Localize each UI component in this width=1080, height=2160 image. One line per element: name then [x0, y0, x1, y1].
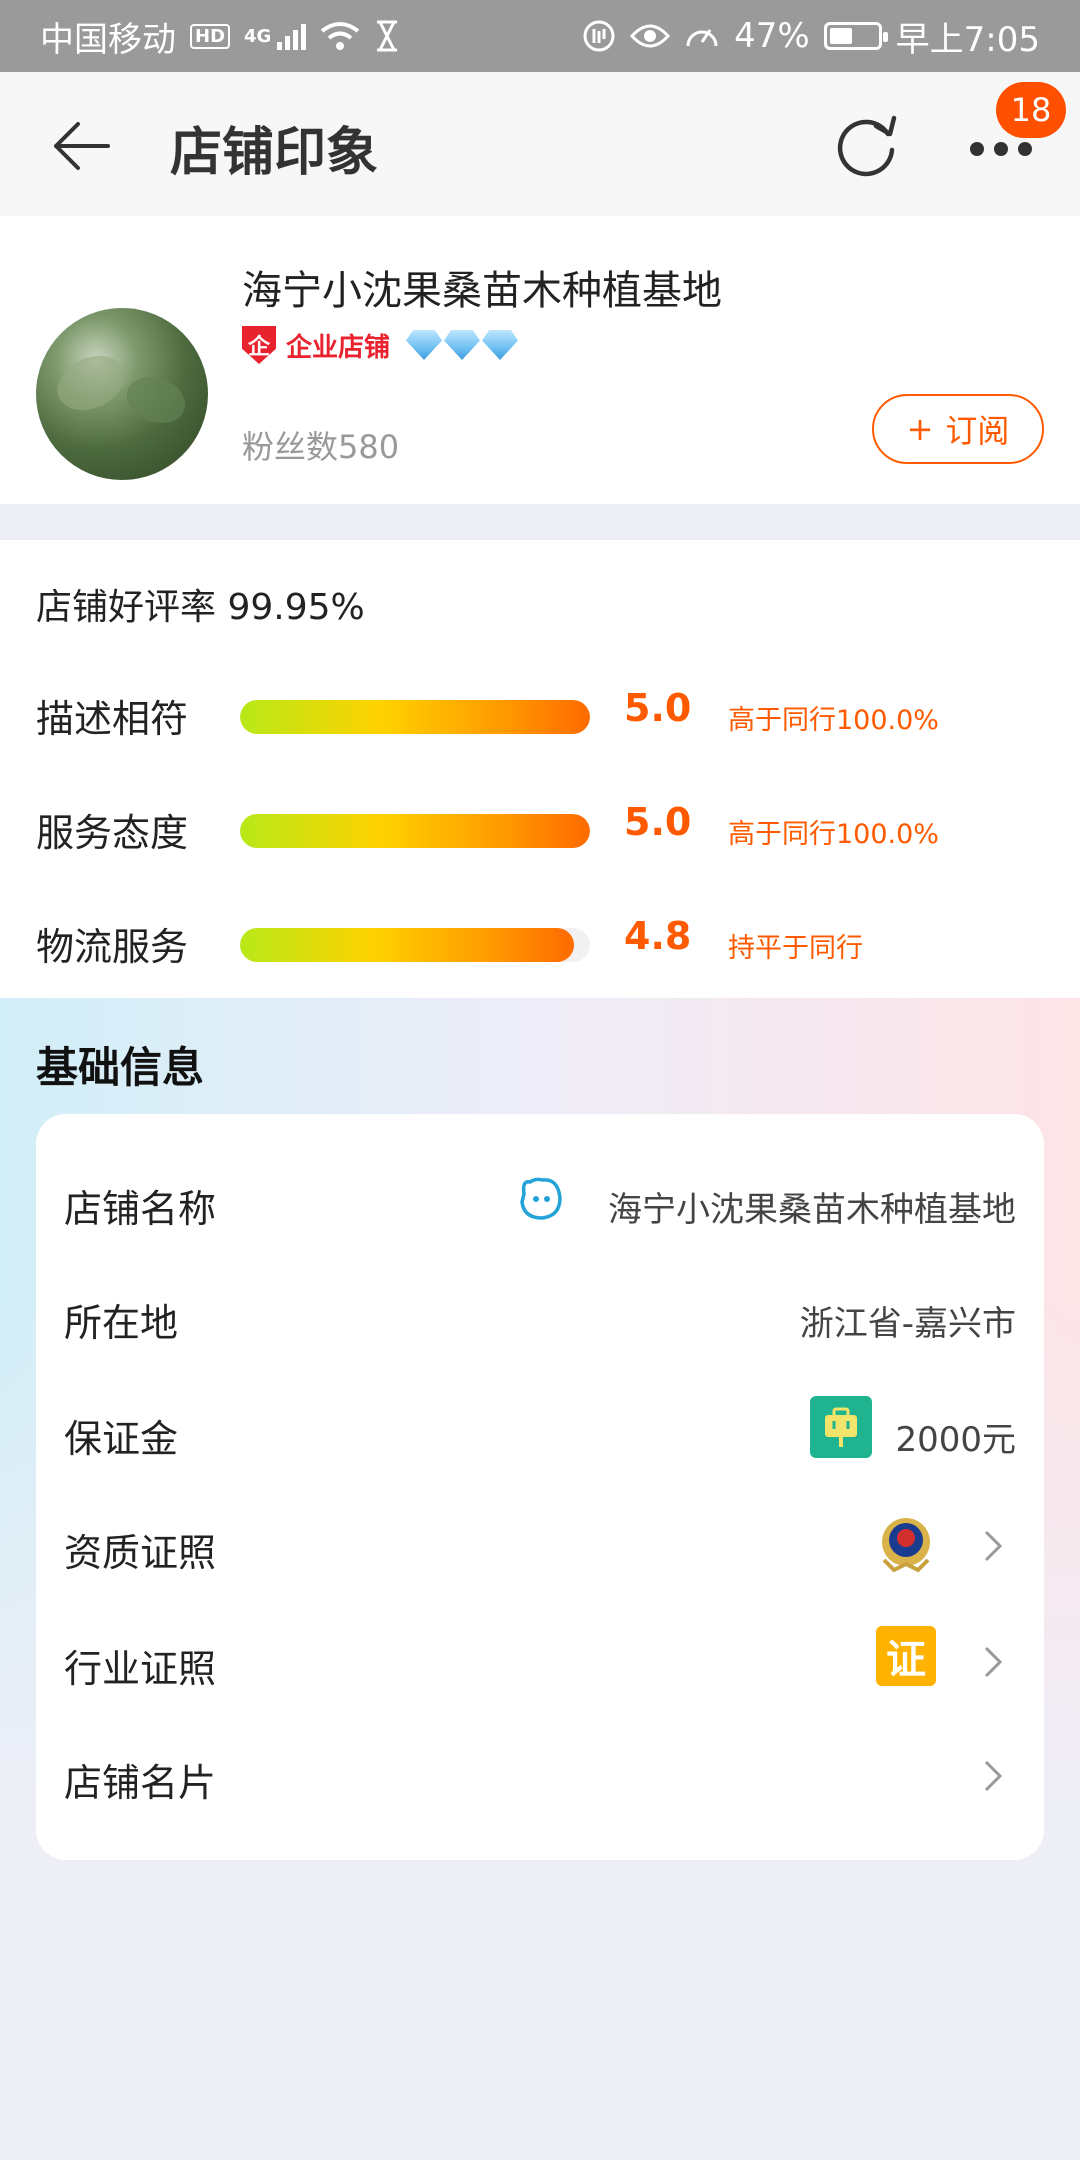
- rating-compare: 持平于同行: [728, 933, 863, 964]
- rating-compare: 高于同行100.0%: [728, 819, 939, 850]
- rating-score: 5.0: [624, 686, 692, 730]
- rating-row: 服务态度 5.0 高于同行100.0%: [0, 798, 1080, 858]
- info-label: 行业证照: [64, 1647, 217, 1691]
- hourglass-icon: [377, 20, 398, 52]
- info-label: 资质证照: [64, 1531, 217, 1575]
- shop-ratings: 店铺好评率 99.95% 描述相符 5.0 高于同行100.0% 服务态度 5.…: [0, 540, 1080, 998]
- national-emblem-icon: [882, 1518, 930, 1573]
- section-title: 基础信息: [36, 1043, 205, 1092]
- eye-comfort-icon: [630, 24, 671, 48]
- data-saver-icon: [583, 20, 615, 52]
- info-row-location: 所在地 浙江省-嘉兴市: [36, 1264, 1044, 1364]
- info-row-deposit: 保证金 2000元: [36, 1380, 1044, 1480]
- hd-icon: HD: [190, 23, 231, 49]
- enterprise-shield-icon: 企: [242, 326, 276, 364]
- network-type: 4G: [244, 25, 272, 47]
- good-rate: 店铺好评率 99.95%: [36, 587, 365, 628]
- rating-bar: [240, 814, 590, 848]
- deposit-icon: [810, 1396, 872, 1458]
- info-row-industry-license[interactable]: 行业证照 证: [36, 1610, 1044, 1710]
- rating-label: 描述相符: [36, 697, 189, 741]
- rating-score: 4.8: [624, 914, 692, 958]
- info-label: 店铺名称: [64, 1187, 217, 1231]
- page-title: 店铺印象: [170, 123, 379, 183]
- subscribe-label: 订阅: [945, 412, 1010, 450]
- rating-bar: [240, 928, 590, 962]
- certificate-icon: 证: [876, 1626, 936, 1686]
- signal-icon: [277, 22, 307, 50]
- info-row-qualification[interactable]: 资质证照: [36, 1494, 1044, 1594]
- info-label: 店铺名片: [64, 1761, 217, 1805]
- rating-score: 5.0: [624, 800, 692, 844]
- shop-profile-card: 海宁小沈果桑苗木种植基地 企 企业店铺 粉丝数580 + 订阅: [0, 216, 1080, 504]
- more-menu-button[interactable]: [970, 134, 1040, 164]
- subscribe-button[interactable]: + 订阅: [872, 394, 1044, 464]
- info-value: 海宁小沈果桑苗木种植基地: [608, 1190, 1016, 1230]
- battery-percent: 47%: [734, 16, 810, 56]
- speed-icon: [686, 29, 718, 47]
- diamond-icon: [482, 330, 519, 360]
- info-row-business-card[interactable]: 店铺名片: [36, 1724, 1044, 1824]
- info-value: 浙江省-嘉兴市: [799, 1304, 1016, 1344]
- shop-name: 海宁小沈果桑苗木种植基地: [242, 268, 722, 314]
- info-label: 保证金: [64, 1417, 179, 1461]
- wangwang-icon[interactable]: [516, 1174, 566, 1224]
- diamond-icon: [444, 330, 481, 360]
- rating-label: 服务态度: [36, 811, 189, 855]
- back-arrow-icon[interactable]: [52, 116, 112, 176]
- shop-avatar[interactable]: [36, 308, 208, 480]
- rating-row: 物流服务 4.8 持平于同行: [0, 912, 1080, 972]
- chevron-right-icon: [984, 1530, 1003, 1562]
- chevron-right-icon: [984, 1646, 1003, 1678]
- diamond-rating: [406, 330, 519, 360]
- rating-bar-fill: [240, 928, 575, 962]
- basic-info-card: 店铺名称 海宁小沈果桑苗木种植基地 所在地 浙江省-嘉兴市 保证金 2000元 …: [36, 1114, 1044, 1860]
- rating-label: 物流服务: [36, 925, 189, 969]
- rating-row: 描述相符 5.0 高于同行100.0%: [0, 684, 1080, 744]
- status-bar: 中国移动 HD 4G 47% 早上7:05: [0, 0, 1080, 72]
- wifi-icon: [321, 22, 360, 50]
- info-row-shop-name: 店铺名称 海宁小沈果桑苗木种植基地: [36, 1150, 1044, 1250]
- diamond-icon: [406, 330, 443, 360]
- dot-icon: [970, 142, 984, 156]
- basic-info-section: 基础信息 店铺名称 海宁小沈果桑苗木种植基地 所在地 浙江省-嘉兴市 保证金 2…: [0, 998, 1080, 2160]
- carrier-label: 中国移动: [40, 19, 176, 60]
- battery-icon: [823, 22, 888, 50]
- dot-icon: [1018, 142, 1032, 156]
- enterprise-shop-label: 企业店铺: [286, 332, 391, 363]
- clock: 早上7:05: [895, 19, 1040, 60]
- shop-tags: 企 企业店铺: [242, 326, 519, 364]
- rating-bar-fill: [240, 700, 590, 734]
- rating-compare: 高于同行100.0%: [728, 705, 939, 736]
- info-value: 2000元: [895, 1420, 1016, 1460]
- message-count-badge: 18: [996, 82, 1066, 138]
- chevron-right-icon: [984, 1760, 1003, 1792]
- refresh-icon[interactable]: [828, 108, 904, 184]
- info-label: 所在地: [64, 1301, 179, 1345]
- top-nav-bar: 店铺印象 18: [0, 72, 1080, 216]
- rating-bar-fill: [240, 814, 590, 848]
- rating-bar: [240, 700, 590, 734]
- plus-icon: +: [906, 410, 934, 448]
- fans-count: 粉丝数580: [242, 428, 400, 466]
- dot-icon: [994, 142, 1008, 156]
